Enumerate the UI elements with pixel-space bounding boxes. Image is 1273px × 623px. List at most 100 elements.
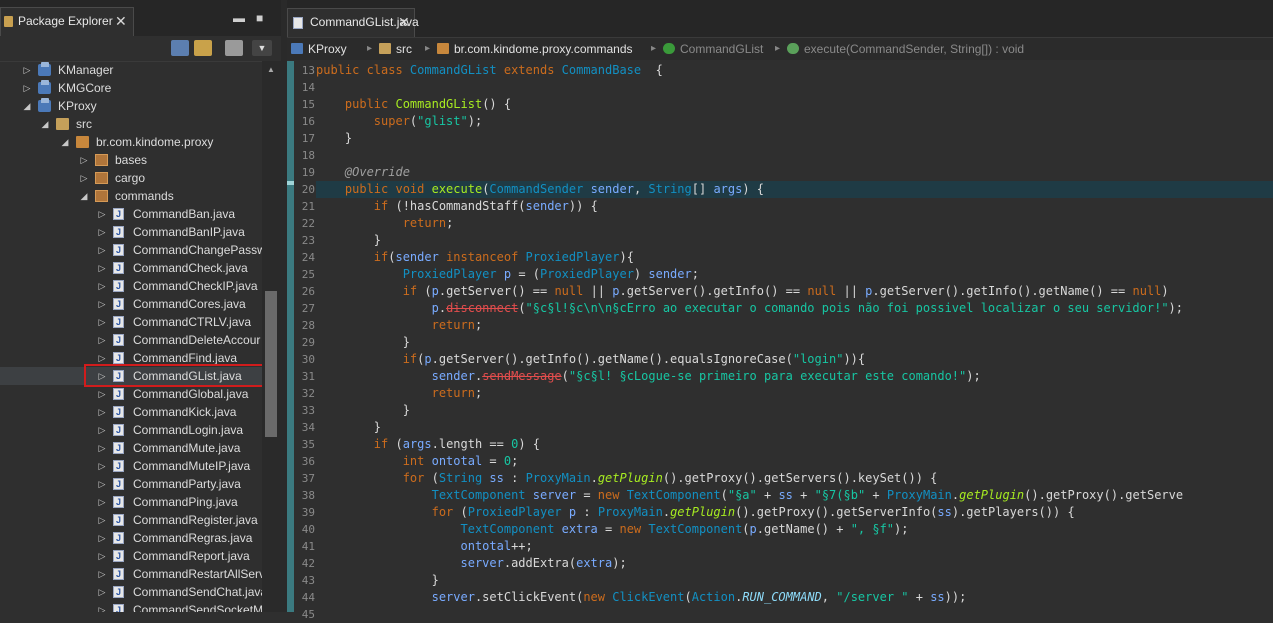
code-line[interactable]: TextComponent server = new TextComponent… — [316, 487, 1273, 504]
tree-item[interactable]: ▷ CommandMuteIP.java — [0, 457, 262, 475]
collapsed-arrow-icon[interactable]: ▷ — [97, 583, 107, 601]
collapsed-arrow-icon[interactable]: ▷ — [97, 529, 107, 547]
breadcrumb-item[interactable]: execute(CommandSender, String[]) : void — [787, 38, 1057, 60]
tree-item[interactable]: ▷ CommandBan.java — [0, 205, 262, 223]
scrollbar-thumb[interactable] — [265, 291, 277, 437]
collapsed-arrow-icon[interactable]: ▷ — [97, 313, 107, 331]
minimize-icon[interactable]: ▬ — [233, 12, 245, 24]
tree-item[interactable]: ▷ CommandSendSocketM — [0, 601, 262, 612]
code-line[interactable]: return; — [316, 215, 1273, 232]
tree-item[interactable]: ▷ KMGCore — [0, 79, 262, 97]
code-line[interactable]: for (String ss : ProxyMain.getPlugin().g… — [316, 470, 1273, 487]
code-line[interactable]: } — [316, 419, 1273, 436]
tree-item[interactable]: ▷ CommandParty.java — [0, 475, 262, 493]
close-icon[interactable]: ✕ — [115, 8, 127, 35]
collapsed-arrow-icon[interactable]: ▷ — [97, 403, 107, 421]
tree-item[interactable]: ▷ CommandRestartAllServ — [0, 565, 262, 583]
code-line[interactable]: ontotal++; — [316, 538, 1273, 555]
tree-item[interactable]: ▷ CommandBanIP.java — [0, 223, 262, 241]
code-line[interactable]: public class CommandGList extends Comman… — [316, 62, 1273, 79]
code-line[interactable]: } — [316, 334, 1273, 351]
close-icon[interactable]: ✕ — [398, 9, 410, 36]
code-line[interactable]: for (ProxiedPlayer p : ProxyMain.getPlug… — [316, 504, 1273, 521]
expanded-arrow-icon[interactable]: ◢ — [40, 115, 50, 133]
tree-item[interactable]: ▷ CommandCTRLV.java — [0, 313, 262, 331]
collapsed-arrow-icon[interactable]: ▷ — [97, 547, 107, 565]
tree-item[interactable]: ▷ CommandCheckIP.java — [0, 277, 262, 295]
code-line[interactable]: p.disconnect("§c§l!§c\n\n§cErro ao execu… — [316, 300, 1273, 317]
code-area[interactable]: public class CommandGList extends Comman… — [316, 61, 1273, 612]
tree-item[interactable]: ▷ bases — [0, 151, 262, 169]
collapsed-arrow-icon[interactable]: ▷ — [22, 79, 32, 97]
collapsed-arrow-icon[interactable]: ▷ — [97, 475, 107, 493]
focus-icon[interactable] — [225, 40, 243, 56]
tree-item[interactable]: ▷ CommandRegister.java — [0, 511, 262, 529]
expanded-arrow-icon[interactable]: ◢ — [22, 97, 32, 115]
collapsed-arrow-icon[interactable]: ▷ — [22, 61, 32, 79]
expanded-arrow-icon[interactable]: ◢ — [79, 187, 89, 205]
breadcrumb-item[interactable]: KProxy — [291, 38, 351, 60]
collapsed-arrow-icon[interactable]: ▷ — [97, 295, 107, 313]
scroll-up-icon[interactable]: ▲ — [267, 65, 275, 74]
collapsed-arrow-icon[interactable]: ▷ — [97, 439, 107, 457]
code-line[interactable]: int ontotal = 0; — [316, 453, 1273, 470]
collapsed-arrow-icon[interactable]: ▷ — [97, 421, 107, 439]
breadcrumb-item[interactable]: br.com.kindome.proxy.commands — [437, 38, 647, 60]
code-line[interactable]: if(p.getServer().getInfo().getName().equ… — [316, 351, 1273, 368]
code-line[interactable]: } — [316, 130, 1273, 147]
tree-item[interactable]: ▷ CommandCores.java — [0, 295, 262, 313]
maximize-icon[interactable]: ■ — [256, 12, 263, 24]
tree-item[interactable]: ▷ CommandKick.java — [0, 403, 262, 421]
tree-item[interactable]: ▷ CommandLogin.java — [0, 421, 262, 439]
tab-commandglist[interactable]: CommandGList.java ✕ — [287, 8, 419, 37]
tree-item[interactable]: ▷ CommandMute.java — [0, 439, 262, 457]
collapsed-arrow-icon[interactable]: ▷ — [79, 169, 89, 187]
tab-package-explorer[interactable]: Package Explorer ✕ — [0, 7, 134, 36]
tree-item[interactable]: ▷ CommandDeleteAccour — [0, 331, 262, 349]
collapsed-arrow-icon[interactable]: ▷ — [97, 565, 107, 583]
collapsed-arrow-icon[interactable]: ▷ — [97, 205, 107, 223]
code-line[interactable]: TextComponent extra = new TextComponent(… — [316, 521, 1273, 538]
code-line[interactable]: @Override — [316, 164, 1273, 181]
tree-item[interactable]: ▷ CommandGlobal.java — [0, 385, 262, 403]
tree-item[interactable]: ▷ KManager — [0, 61, 262, 79]
code-line[interactable] — [316, 147, 1273, 164]
collapsed-arrow-icon[interactable]: ▷ — [97, 331, 107, 349]
collapsed-arrow-icon[interactable]: ▷ — [97, 457, 107, 475]
tree-item[interactable]: ◢ src — [0, 115, 262, 133]
breadcrumb-item[interactable]: CommandGList — [663, 38, 771, 60]
collapsed-arrow-icon[interactable]: ▷ — [79, 151, 89, 169]
code-line[interactable]: server.addExtra(extra); — [316, 555, 1273, 572]
code-line[interactable] — [316, 79, 1273, 96]
collapse-all-icon[interactable] — [171, 40, 189, 56]
expanded-arrow-icon[interactable]: ◢ — [60, 133, 70, 151]
collapsed-arrow-icon[interactable]: ▷ — [97, 277, 107, 295]
tree-item[interactable]: ▷ CommandCheck.java — [0, 259, 262, 277]
collapsed-arrow-icon[interactable]: ▷ — [97, 241, 107, 259]
code-line[interactable]: } — [316, 232, 1273, 249]
code-line[interactable]: public void execute(CommandSender sender… — [316, 181, 1273, 198]
tree-item[interactable]: ◢ KProxy — [0, 97, 262, 115]
code-line[interactable]: return; — [316, 385, 1273, 402]
collapsed-arrow-icon[interactable]: ▷ — [97, 259, 107, 277]
tree-item[interactable]: ▷ CommandPing.java — [0, 493, 262, 511]
code-line[interactable]: sender.sendMessage("§c§l! §cLogue-se pri… — [316, 368, 1273, 385]
code-line[interactable]: public CommandGList() { — [316, 96, 1273, 113]
code-line[interactable]: server.setClickEvent(new ClickEvent(Acti… — [316, 589, 1273, 606]
collapsed-arrow-icon[interactable]: ▷ — [97, 385, 107, 403]
code-line[interactable]: if (p.getServer() == null || p.getServer… — [316, 283, 1273, 300]
tree-item[interactable]: ◢ commands — [0, 187, 262, 205]
breadcrumb-item[interactable]: src — [379, 38, 412, 60]
collapsed-arrow-icon[interactable]: ▷ — [97, 511, 107, 529]
collapsed-arrow-icon[interactable]: ▷ — [97, 493, 107, 511]
tree-item[interactable]: ▷ CommandChangePassw — [0, 241, 262, 259]
tree-item[interactable]: ▷ CommandReport.java — [0, 547, 262, 565]
code-line[interactable]: } — [316, 572, 1273, 589]
code-line[interactable]: if(sender instanceof ProxiedPlayer){ — [316, 249, 1273, 266]
code-line[interactable]: if (args.length == 0) { — [316, 436, 1273, 453]
tree-item[interactable]: ▷ CommandRegras.java — [0, 529, 262, 547]
tree-item[interactable]: ▷ cargo — [0, 169, 262, 187]
code-line[interactable] — [316, 606, 1273, 612]
code-line[interactable]: if (!hasCommandStaff(sender)) { — [316, 198, 1273, 215]
code-line[interactable]: return; — [316, 317, 1273, 334]
